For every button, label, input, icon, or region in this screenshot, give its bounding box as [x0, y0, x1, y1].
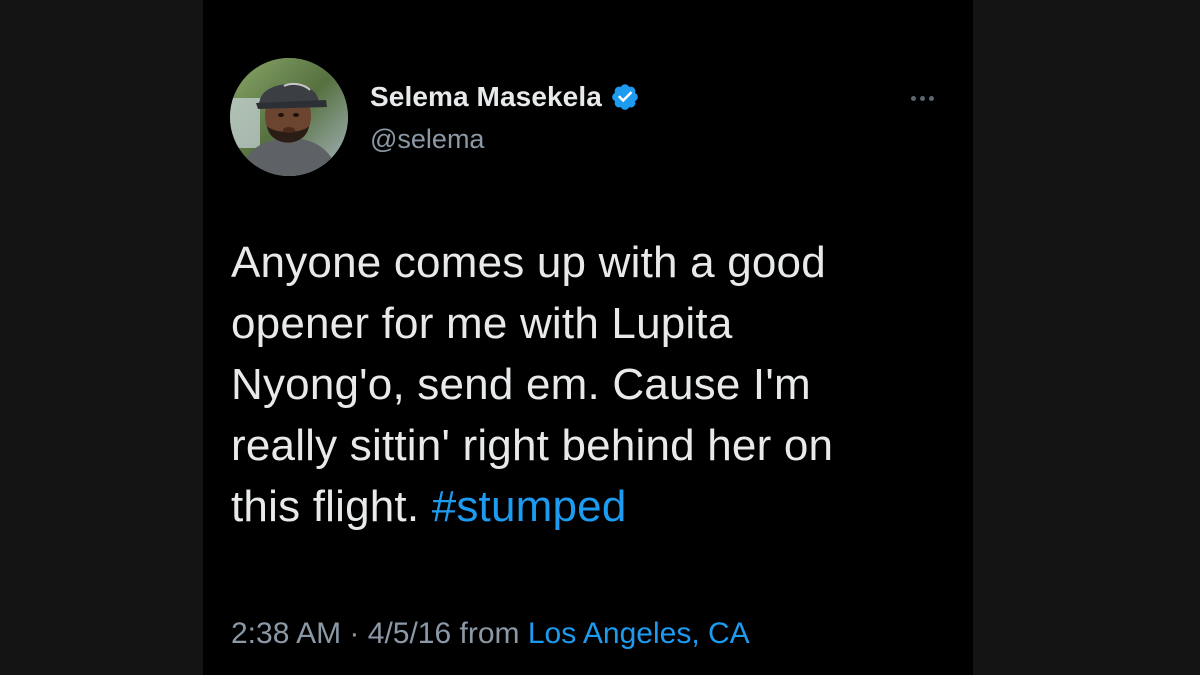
author-handle[interactable]: @selema: [370, 124, 484, 155]
location-link[interactable]: Los Angeles, CA: [528, 617, 750, 650]
tweet-meta: 2:38 AM · 4/5/16 from Los Angeles, CA: [231, 617, 750, 651]
more-horizontal-icon-dot: [919, 95, 925, 101]
hashtag-link[interactable]: #stumped: [432, 482, 627, 531]
tweet-date[interactable]: 4/5/16: [368, 617, 451, 650]
author-name[interactable]: Selema Masekela: [370, 81, 602, 113]
author-name-row: Selema Masekela: [370, 80, 640, 114]
more-horizontal-icon-dot: [928, 95, 934, 101]
tweet-text-line: really sittin' right behind her on: [231, 421, 834, 470]
tweet-text-last-line: this flight. #stumped: [231, 476, 951, 537]
user-photo-avatar-icon: [230, 58, 348, 176]
tweet-text: Anyone comes up with a good opener for m…: [231, 232, 951, 537]
verified-badge-icon: [610, 82, 640, 112]
tweet-time[interactable]: 2:38 AM: [231, 617, 341, 650]
tweet-card: Selema Masekela @selema Anyone comes up …: [203, 0, 973, 675]
more-options-button[interactable]: [899, 86, 945, 110]
tweet-text-line: this flight.: [231, 482, 432, 531]
more-horizontal-icon: [910, 95, 916, 101]
tweet-text-line: opener for me with Lupita: [231, 299, 733, 348]
author-avatar[interactable]: [230, 58, 348, 176]
from-label: from: [459, 617, 520, 650]
tweet-text-line: Anyone comes up with a good: [231, 238, 826, 287]
tweet-text-line: Nyong'o, send em. Cause I'm: [231, 360, 811, 409]
screenshot-frame: Selema Masekela @selema Anyone comes up …: [0, 0, 1200, 675]
meta-separator: ·: [349, 617, 360, 650]
